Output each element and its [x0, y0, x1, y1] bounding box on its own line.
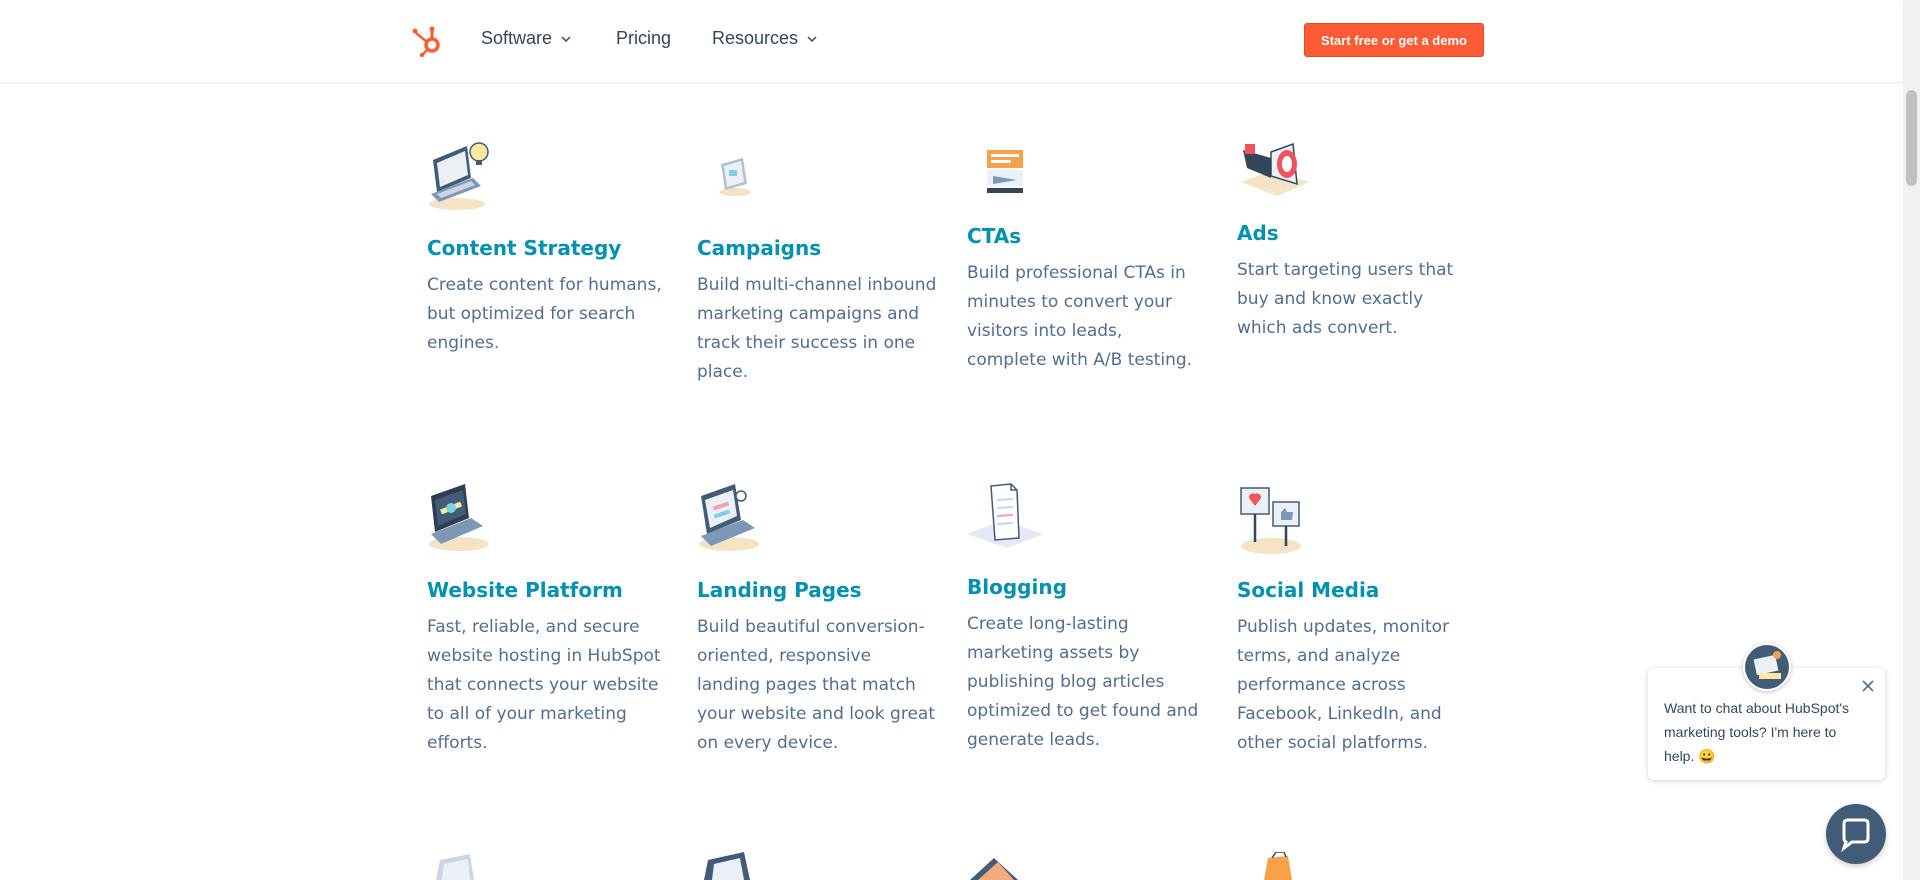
vertical-scrollbar[interactable]	[1903, 0, 1920, 880]
nav-pricing-label: Pricing	[616, 28, 672, 48]
feature-description: Publish updates, monitor terms, and anal…	[1237, 617, 1450, 753]
feature-title[interactable]: Website Platform	[427, 578, 623, 602]
laptop-puzzle-icon	[704, 852, 750, 880]
chevron-down-icon	[561, 35, 571, 42]
hubspot-logo-icon[interactable]	[410, 22, 446, 58]
chat-icon	[1841, 818, 1870, 853]
laptop-tools-icon	[429, 484, 489, 551]
feature-description: Build multi-channel inbound marketing ca…	[697, 275, 937, 382]
laptop-icon	[436, 854, 474, 880]
feature-description: Build professional CTAs in minutes to co…	[967, 263, 1193, 370]
feature-title[interactable]: Landing Pages	[697, 578, 862, 602]
site-header: Software Pricing Resources Start free or…	[0, 0, 1903, 83]
feature-title[interactable]: Content Strategy	[427, 236, 621, 260]
feature-title[interactable]: CTAs	[967, 224, 1021, 248]
feature-title[interactable]: Campaigns	[697, 236, 821, 260]
feature-title[interactable]: Social Media	[1237, 578, 1379, 602]
laptop-lightbulb-icon	[429, 142, 489, 210]
nav-resources-label: Resources	[712, 28, 799, 48]
chevron-down-icon	[807, 35, 817, 42]
campaign-screen-icon	[719, 158, 751, 196]
start-free-demo-button[interactable]: Start free or get a demo	[1304, 23, 1484, 57]
nav-resources[interactable]: Resources	[712, 28, 818, 49]
feature-description: Build beautiful conversion-oriented, res…	[697, 617, 935, 753]
scrollbar-thumb[interactable]	[1906, 90, 1917, 186]
feature-title[interactable]: Ads	[1237, 221, 1279, 245]
megaphone-icon	[1241, 142, 1309, 196]
document-stack-icon	[970, 858, 1018, 880]
social-signs-icon	[1240, 487, 1301, 554]
feature-description: Create long-lasting marketing assets by …	[967, 614, 1199, 750]
chat-bot-avatar	[1743, 643, 1791, 691]
feature-description: Create content for humans, but optimized…	[427, 275, 662, 353]
shopping-bag-icon	[1264, 852, 1292, 880]
chat-message: Want to chat about HubSpot's marketing t…	[1664, 700, 1850, 764]
feature-title[interactable]: Blogging	[967, 575, 1067, 599]
feature-description: Fast, reliable, and secure website hosti…	[427, 617, 661, 753]
chat-launcher-button[interactable]	[1826, 804, 1886, 864]
nav-pricing[interactable]: Pricing	[616, 28, 671, 49]
nav-software[interactable]: Software	[481, 28, 572, 49]
bot-avatar-icon	[1745, 645, 1789, 689]
document-icon	[967, 483, 1043, 548]
nav-software-label: Software	[481, 28, 553, 48]
feature-description: Start targeting users that buy and know …	[1237, 260, 1454, 338]
landing-page-laptop-icon	[699, 484, 759, 551]
close-icon[interactable]	[1860, 678, 1876, 694]
cta-sign-icon	[987, 150, 1023, 193]
